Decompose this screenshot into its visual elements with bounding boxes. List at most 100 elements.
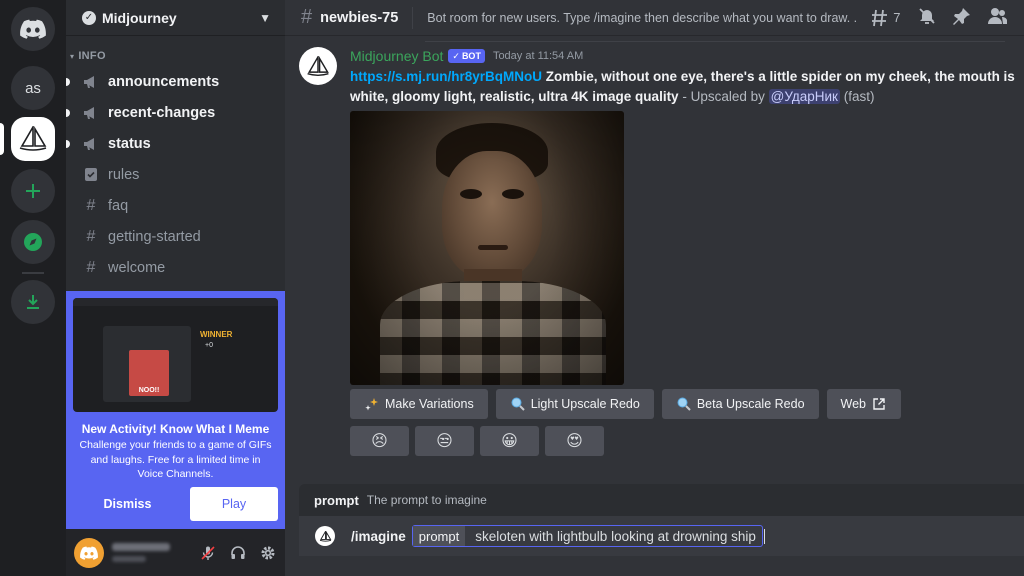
message-author[interactable]: Midjourney Bot xyxy=(350,48,443,64)
channel-header: # newbies-75 Bot room for new users. Typ… xyxy=(285,0,1024,36)
user-mention[interactable]: @УдарНик xyxy=(768,89,840,104)
image-vignette xyxy=(350,111,624,385)
server-name: Midjourney xyxy=(102,9,177,26)
button-label: Make Variations xyxy=(385,397,474,411)
server-header[interactable]: ✓ Midjourney ▼ xyxy=(66,0,285,36)
channel-label: status xyxy=(108,135,151,152)
preview-meme-text: NOO!! xyxy=(138,387,160,394)
rating-button-okay[interactable]: 😀 xyxy=(480,426,539,456)
button-label: Web xyxy=(840,397,866,411)
channel-list: announcements recent-changes status rule… xyxy=(66,66,285,283)
rating-button-love[interactable]: 😍 xyxy=(545,426,604,456)
bot-avatar[interactable] xyxy=(299,47,337,85)
server-midjourney[interactable] xyxy=(11,117,55,161)
mic-muted-icon[interactable] xyxy=(199,544,217,562)
magnifier-icon xyxy=(510,397,526,411)
prompt-text-line1: Zombie, without one eye, there's a littl… xyxy=(542,69,1015,84)
channel-announcements[interactable]: announcements xyxy=(66,66,285,97)
discord-home-button[interactable] xyxy=(11,7,55,51)
dismiss-button[interactable]: Dismiss xyxy=(73,487,182,521)
category-info[interactable]: ▾ INFO xyxy=(66,50,285,62)
channel-welcome[interactable]: # welcome xyxy=(66,252,285,283)
chevron-down-icon[interactable]: ▼ xyxy=(259,11,271,25)
make-variations-button[interactable]: Make Variations xyxy=(350,389,488,419)
light-upscale-redo-button[interactable]: Light Upscale Redo xyxy=(495,389,654,419)
download-apps-button[interactable] xyxy=(11,280,55,324)
play-button[interactable]: Play xyxy=(190,487,278,521)
blurred-username[interactable] xyxy=(112,543,174,562)
headphones-icon[interactable] xyxy=(229,544,247,562)
verified-badge-icon: ✓ xyxy=(82,10,96,25)
server-as[interactable]: as xyxy=(11,66,55,110)
discord-logo-icon xyxy=(20,19,46,39)
hash-icon: # xyxy=(86,258,96,276)
megaphone-icon xyxy=(82,137,100,151)
external-link-icon xyxy=(871,398,887,410)
promo-title: New Activity! Know What I Meme xyxy=(81,422,270,436)
magnifier-icon xyxy=(676,397,692,411)
unread-indicator xyxy=(66,108,70,117)
upscaled-by-text: - Upscaled by xyxy=(678,89,769,104)
plus-icon xyxy=(26,184,40,198)
mute-bell-icon[interactable] xyxy=(917,7,937,28)
preview-meme: NOO!! xyxy=(129,350,169,396)
bot-badge-label: BOT xyxy=(461,51,481,61)
rating-button-awful[interactable]: 😣 xyxy=(350,426,409,456)
channel-label: getting-started xyxy=(108,228,201,245)
message-body: Midjourney Bot ✓ BOT Today at 11:54 AM ht… xyxy=(350,47,1024,385)
sailboat-icon xyxy=(319,530,331,542)
previous-message-edge xyxy=(425,37,1005,42)
category-label: INFO xyxy=(78,50,106,62)
avatar[interactable] xyxy=(74,537,104,568)
message-meta: Midjourney Bot ✓ BOT Today at 11:54 AM xyxy=(350,47,1024,65)
channel-recent-changes[interactable]: recent-changes xyxy=(66,97,285,128)
explore-servers-button[interactable] xyxy=(11,220,55,264)
discord-logo-icon xyxy=(80,545,98,560)
channel-faq[interactable]: # faq xyxy=(66,190,285,221)
hint-option-description: The prompt to imagine xyxy=(366,493,487,507)
bot-badge: ✓ BOT xyxy=(448,49,485,63)
beta-upscale-redo-button[interactable]: Beta Upscale Redo xyxy=(661,389,819,419)
channel-status[interactable]: status xyxy=(66,128,285,159)
channel-topic[interactable]: Bot room for new users. Type /imagine th… xyxy=(427,11,857,25)
command-option-field[interactable]: prompt skeloten with lightbulb looking a… xyxy=(411,525,763,547)
button-label: Beta Upscale Redo xyxy=(696,397,805,411)
add-server-button[interactable] xyxy=(11,169,55,213)
message-timestamp: Today at 11:54 AM xyxy=(492,50,584,62)
preview-winner: WINNER xyxy=(200,330,233,339)
user-controls xyxy=(199,544,277,562)
hash-icon: # xyxy=(86,196,96,214)
command-option-key: prompt xyxy=(412,526,466,546)
web-button[interactable]: Web xyxy=(826,389,901,419)
activity-preview-image: NOO!! WINNER +0 xyxy=(73,298,278,412)
hash-icon: # xyxy=(301,6,313,28)
channel-rules[interactable]: rules xyxy=(66,159,285,190)
message-list: Midjourney Bot ✓ BOT Today at 11:54 AM ht… xyxy=(285,37,1024,483)
promo-description: Challenge your friends to a game of GIFs… xyxy=(79,439,272,480)
command-option-hint: prompt The prompt to imagine xyxy=(299,484,1024,516)
generated-image[interactable] xyxy=(350,111,624,385)
member-list-icon[interactable] xyxy=(987,7,1007,28)
rail-separator xyxy=(22,272,44,274)
check-icon: ✓ xyxy=(452,50,460,61)
rating-button-meh[interactable]: 😒 xyxy=(415,426,474,456)
channel-getting-started[interactable]: # getting-started xyxy=(66,221,285,252)
channel-label: rules xyxy=(108,166,140,183)
threads-button[interactable]: 7 xyxy=(871,9,901,27)
sailboat-icon xyxy=(307,55,329,76)
selected-server-indicator xyxy=(0,123,4,155)
megaphone-icon xyxy=(82,75,100,89)
command-app-avatar xyxy=(315,526,335,546)
slash-command: /imagine xyxy=(351,528,406,544)
prompt-input[interactable]: skeloten with lightbulb looking at drown… xyxy=(465,529,762,544)
message-composer[interactable]: /imagine prompt skeloten with lightbulb … xyxy=(299,516,1024,556)
pin-icon[interactable] xyxy=(952,7,971,28)
category-chevron-icon: ▾ xyxy=(70,51,75,61)
promo-buttons: Dismiss Play xyxy=(73,487,278,521)
speed-text: (fast) xyxy=(839,89,875,104)
header-divider xyxy=(412,6,414,29)
preview-score: +0 xyxy=(205,342,213,349)
username-blur xyxy=(112,543,170,551)
gear-icon[interactable] xyxy=(259,544,277,562)
prompt-link[interactable]: https://s.mj.run/hr8yrBqMNoU xyxy=(350,69,542,84)
